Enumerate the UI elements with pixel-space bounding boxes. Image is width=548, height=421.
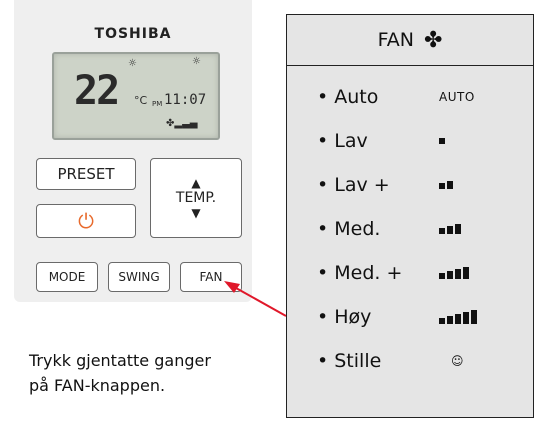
panel-header: FAN ✤ bbox=[287, 15, 533, 66]
fan-speed-item: Lav + bbox=[287, 165, 533, 205]
speed-bar bbox=[447, 316, 453, 324]
speed-bar bbox=[455, 269, 461, 279]
fan-speed-label: Høy bbox=[317, 306, 371, 328]
speed-bar bbox=[463, 312, 469, 324]
auto-indicator: AUTO bbox=[439, 90, 475, 104]
fan-speed-item: Lav bbox=[287, 121, 533, 161]
speed-bars-icon bbox=[439, 310, 477, 324]
fan-speed-label: Auto bbox=[317, 86, 378, 108]
caption-line-2: på FAN-knappen. bbox=[29, 376, 166, 395]
speed-bars-icon bbox=[439, 224, 461, 234]
fan-speed-panel: FAN ✤ Auto AUTO Lav Lav + Med. Med. + Høy Still… bbox=[286, 14, 534, 418]
caption-line-1: Trykk gjentatte ganger bbox=[29, 351, 211, 370]
speed-bar bbox=[455, 224, 461, 234]
fan-speed-item: Høy bbox=[287, 297, 533, 337]
speed-bars-icon bbox=[439, 267, 469, 279]
speed-bar bbox=[439, 273, 445, 279]
speed-bar bbox=[463, 267, 469, 279]
speed-bar bbox=[447, 181, 453, 189]
speed-bar bbox=[439, 183, 445, 189]
speed-bar bbox=[439, 138, 445, 144]
speed-bar bbox=[447, 226, 453, 234]
fan-speed-label: Med. + bbox=[317, 262, 402, 284]
fan-speed-label: Med. bbox=[317, 218, 380, 240]
fan-speed-item: Med. bbox=[287, 209, 533, 249]
quiet-icon: ☺ bbox=[451, 354, 464, 368]
instruction-caption: Trykk gjentatte ganger på FAN-knappen. bbox=[29, 348, 259, 398]
fan-speed-label: Lav + bbox=[317, 174, 389, 196]
panel-title: FAN bbox=[377, 29, 414, 51]
speed-bar bbox=[447, 271, 453, 279]
fan-speed-label: Lav bbox=[317, 130, 367, 152]
speed-bars-icon bbox=[439, 138, 445, 144]
speed-bar bbox=[439, 228, 445, 234]
speed-bar bbox=[455, 314, 461, 324]
fan-speed-label: Stille bbox=[317, 350, 381, 372]
fan-speed-item: Stille ☺ bbox=[287, 341, 533, 381]
fan-speed-item: Med. + bbox=[287, 253, 533, 293]
fan-icon: ✤ bbox=[423, 27, 443, 53]
fan-speed-item: Auto AUTO bbox=[287, 77, 533, 117]
speed-bar bbox=[439, 318, 445, 324]
speed-bar bbox=[471, 310, 477, 324]
speed-bars-icon bbox=[439, 181, 453, 189]
